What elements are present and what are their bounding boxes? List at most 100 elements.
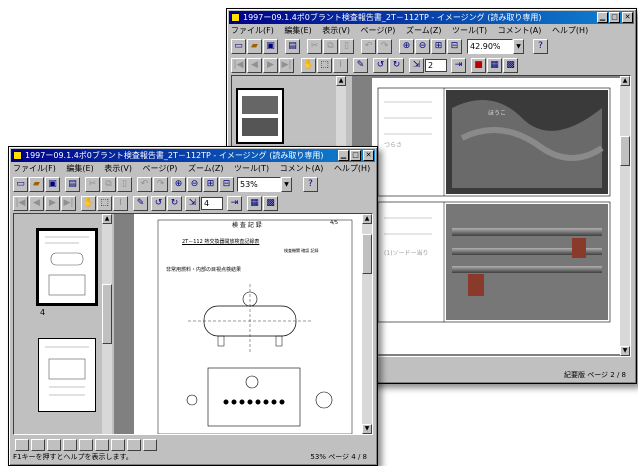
save-icon[interactable]: ▣ [263,39,278,54]
menu-view[interactable]: 表示(V) [322,26,350,35]
menu-tools[interactable]: ツール(T) [452,26,487,35]
back-title-bar[interactable]: 1997ー09.1.4ポ0ブラント検査報告書_2T－112TP - イメージング… [229,11,634,24]
menu-edit[interactable]: 編集(E) [66,164,93,173]
front-thumbnail-pane[interactable]: 4 ▲ [14,214,115,434]
maximize-button[interactable]: □ [350,150,361,161]
maximize-button[interactable]: □ [609,12,620,23]
zoom-dropdown-icon[interactable]: ▼ [513,39,524,54]
menu-zoom[interactable]: ズーム(Z) [188,164,223,173]
open-icon[interactable]: ▰ [29,177,44,192]
page-goto-icon[interactable]: ⇥ [451,58,466,73]
bottom-tool-icon[interactable] [111,439,125,451]
select-tool-icon[interactable]: ⬚ [317,58,332,73]
fit-page-icon[interactable]: ⊞ [431,39,446,54]
fullscreen-icon[interactable]: ▩ [503,58,518,73]
stop-icon[interactable]: ■ [471,58,486,73]
zoom-out-icon[interactable]: ⊖ [187,177,202,192]
cut-icon[interactable]: ✂ [307,39,322,54]
scroll-thumb[interactable] [102,284,112,344]
copy-icon[interactable]: ⧉ [101,177,116,192]
bottom-tool-icon[interactable] [63,439,77,451]
menu-help[interactable]: ヘルプ(H) [552,26,588,35]
redo-icon[interactable]: ↷ [153,177,168,192]
scroll-up-icon[interactable]: ▲ [362,214,372,224]
help-button[interactable]: ? [303,177,318,192]
next-page-icon[interactable]: ▶ [263,58,278,73]
next-page-icon[interactable]: ▶ [45,196,60,211]
scroll-up-icon[interactable]: ▲ [102,214,112,224]
prev-page-icon[interactable]: ◀ [29,196,44,211]
rotate-right-icon[interactable]: ↻ [389,58,404,73]
annotate-icon[interactable]: ✎ [353,58,368,73]
first-page-icon[interactable]: |◀ [13,196,28,211]
minimize-button[interactable]: ▁ [338,150,349,161]
menu-comment[interactable]: コメント(A) [498,26,542,35]
fit-width-icon[interactable]: ⊟ [219,177,234,192]
page-go-icon[interactable]: ⇲ [185,196,200,211]
bottom-tool-icon[interactable] [47,439,61,451]
menu-file[interactable]: ファイル(F) [13,164,56,173]
print-icon[interactable]: ▤ [285,39,300,54]
front-thumb-scrollbar[interactable]: ▲ [102,214,112,434]
front-thumbnail-page-5[interactable] [38,338,96,412]
copy-icon[interactable]: ⧉ [323,39,338,54]
bottom-tool-icon[interactable] [79,439,93,451]
front-document-window[interactable]: 1997ー09.1.4ポ0ブラント検査報告書_2T－112TP - イメージング… [8,146,378,466]
scroll-down-icon[interactable]: ▼ [362,424,372,434]
new-icon[interactable]: ▭ [13,177,28,192]
print-icon[interactable]: ▤ [65,177,80,192]
open-icon[interactable]: ▰ [247,39,262,54]
scroll-up-icon[interactable]: ▲ [336,76,346,86]
zoom-dropdown-icon[interactable]: ▼ [281,177,292,192]
front-doc-scrollbar[interactable]: ▲ ▼ [362,214,372,434]
scroll-down-icon[interactable]: ▼ [620,346,630,356]
rotate-right-icon[interactable]: ↻ [167,196,182,211]
fit-width-icon[interactable]: ⊟ [447,39,462,54]
last-page-icon[interactable]: ▶| [279,58,294,73]
menu-help[interactable]: ヘルプ(H) [334,164,370,173]
front-thumbnail-page-4[interactable] [36,228,98,306]
bottom-tool-icon[interactable] [143,439,157,451]
page-go-icon[interactable]: ⇲ [409,58,424,73]
undo-icon[interactable]: ↶ [361,39,376,54]
zoom-input[interactable]: 53% [237,177,281,192]
last-page-icon[interactable]: ▶| [61,196,76,211]
scroll-thumb[interactable] [362,234,372,274]
rotate-left-icon[interactable]: ↺ [151,196,166,211]
menu-page[interactable]: ページ(P) [361,26,396,35]
select-tool-icon[interactable]: ⬚ [97,196,112,211]
save-icon[interactable]: ▣ [45,177,60,192]
menu-edit[interactable]: 編集(E) [284,26,311,35]
prev-page-icon[interactable]: ◀ [247,58,262,73]
close-button[interactable]: ✕ [622,12,633,23]
fullscreen-icon[interactable]: ▩ [263,196,278,211]
scroll-up-icon[interactable]: ▲ [620,76,630,86]
text-tool-icon[interactable]: I [333,58,348,73]
bottom-tool-icon[interactable] [15,439,29,451]
back-thumbnail-page[interactable] [236,88,284,144]
annotate-icon[interactable]: ✎ [133,196,148,211]
back-doc-scrollbar[interactable]: ▲ ▼ [620,76,630,356]
front-title-bar[interactable]: 1997ー09.1.4ポ0ブラント検査報告書_2T－112TP - イメージング… [11,149,375,162]
menu-zoom[interactable]: ズーム(Z) [406,26,441,35]
fit-page-icon[interactable]: ⊞ [203,177,218,192]
page-goto-icon[interactable]: ⇥ [227,196,242,211]
page-number-input[interactable]: 4 [201,197,223,210]
menu-comment[interactable]: コメント(A) [280,164,324,173]
redo-icon[interactable]: ↷ [377,39,392,54]
paste-icon[interactable]: ▯ [117,177,132,192]
bottom-tool-icon[interactable] [127,439,141,451]
close-button[interactable]: ✕ [363,150,374,161]
zoom-in-icon[interactable]: ⊕ [171,177,186,192]
bottom-tool-icon[interactable] [31,439,45,451]
text-tool-icon[interactable]: I [113,196,128,211]
undo-icon[interactable]: ↶ [137,177,152,192]
rotate-left-icon[interactable]: ↺ [373,58,388,73]
menu-tools[interactable]: ツール(T) [234,164,269,173]
new-icon[interactable]: ▭ [231,39,246,54]
zoom-in-icon[interactable]: ⊕ [399,39,414,54]
thumbnail-view-icon[interactable]: ▦ [487,58,502,73]
zoom-input[interactable]: 42.90% [467,39,513,54]
menu-view[interactable]: 表示(V) [104,164,132,173]
hand-tool-icon[interactable]: ✋ [81,196,96,211]
